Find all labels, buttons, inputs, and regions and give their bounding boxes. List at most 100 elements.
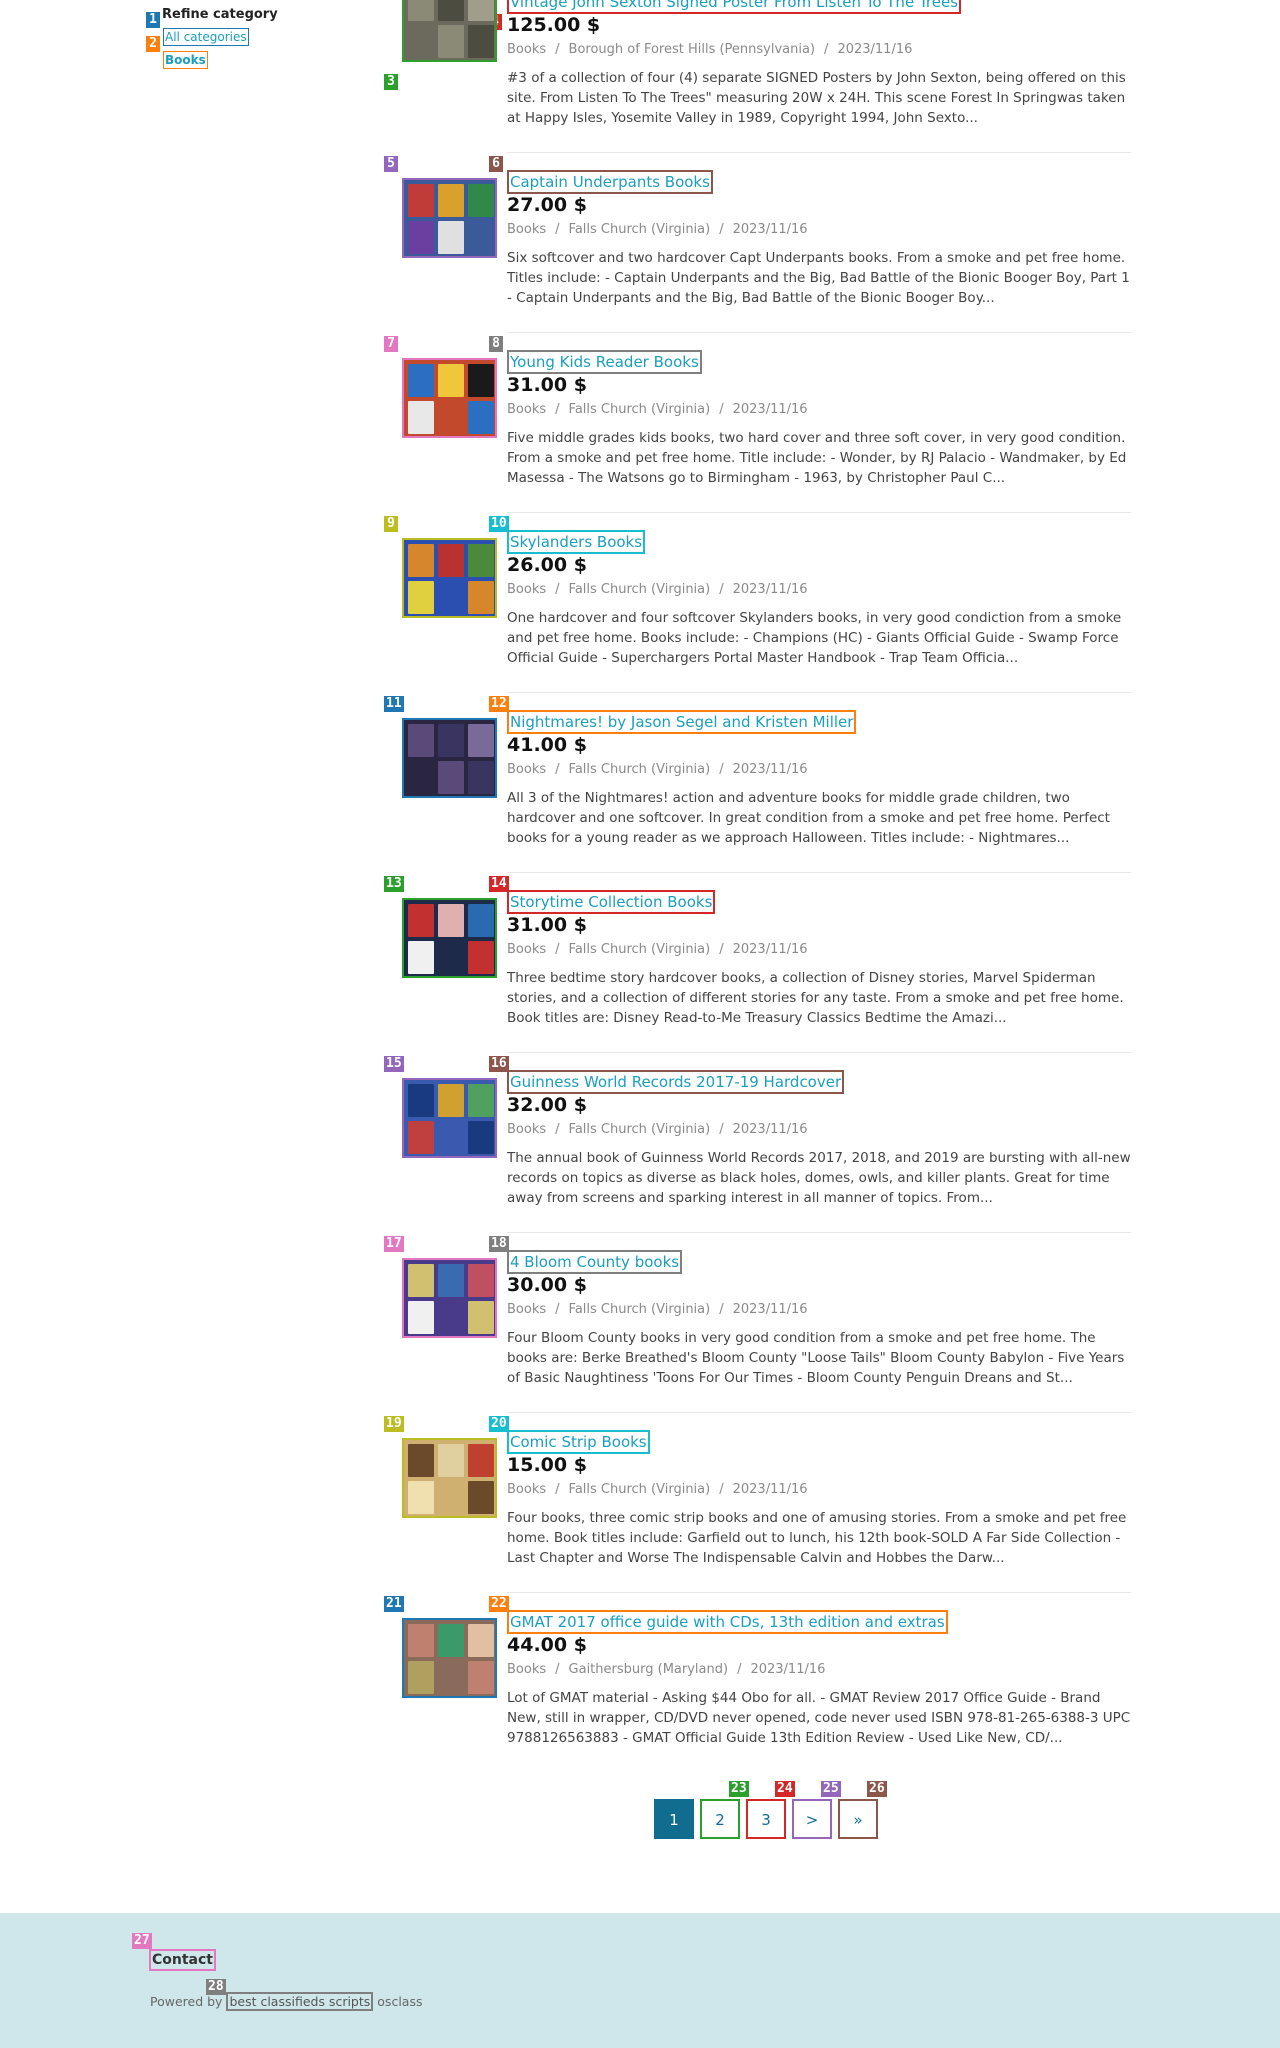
page-link[interactable]: > xyxy=(792,1799,832,1839)
meta-separator: / xyxy=(719,942,724,957)
listing-divider xyxy=(507,1052,1131,1053)
book-cover-shape xyxy=(438,581,464,614)
page-link[interactable]: 3 xyxy=(746,1799,786,1839)
listing-item: 15 16 Guinness World Records 2017-19 Hardc… xyxy=(0,1056,1280,1250)
listing-thumbnail[interactable] xyxy=(402,898,497,978)
book-cover-shape xyxy=(438,1444,464,1477)
listing-thumbnail[interactable] xyxy=(402,1438,497,1518)
listing-title-link[interactable]: Captain Underpants Books xyxy=(507,170,713,194)
listing-category: Books xyxy=(507,1302,547,1317)
listing-title-link[interactable]: Vintage John Sexton Signed Poster From L… xyxy=(507,0,962,14)
listing-date: 2023/11/16 xyxy=(732,762,808,777)
listing-item: 9 10 Skylanders Books 26.00 $ Books / Falls Ch… xyxy=(0,516,1280,710)
book-cover-shape xyxy=(468,1481,494,1514)
marker-badge: 9 xyxy=(384,516,398,532)
marker-badge: 5 xyxy=(384,156,398,172)
listing-thumbnail[interactable] xyxy=(402,1258,497,1338)
meta-separator: / xyxy=(555,222,560,237)
book-cover-shape xyxy=(408,1301,434,1334)
listing-category: Books xyxy=(507,42,547,57)
listing-thumbnail[interactable] xyxy=(402,1618,497,1698)
listing-category: Books xyxy=(507,762,547,777)
book-cover-shape xyxy=(408,1481,434,1514)
marker-badge: 14 xyxy=(489,876,509,892)
marker-badge: 26 xyxy=(867,1781,887,1797)
meta-separator: / xyxy=(719,1482,724,1497)
marker-badge: 25 xyxy=(821,1781,841,1797)
listing-description: The annual book of Guinness World Record… xyxy=(507,1150,1131,1206)
listing-title-link[interactable]: Storytime Collection Books xyxy=(507,890,716,914)
book-cover-shape xyxy=(408,941,434,974)
listing-title-link[interactable]: 4 Bloom County books xyxy=(507,1250,683,1274)
book-cover-shape xyxy=(438,544,464,577)
listing-description: One hardcover and four softcover Skyland… xyxy=(507,610,1122,666)
marker-badge: 7 xyxy=(384,336,398,352)
listing-price: 30.00 $ xyxy=(507,1274,587,1296)
book-cover-shape xyxy=(468,221,494,254)
marker-badge: 8 xyxy=(489,336,503,352)
book-cover-shape xyxy=(468,364,494,397)
book-cover-shape xyxy=(468,184,494,217)
book-cover-shape xyxy=(468,0,494,21)
listing-location: Falls Church (Virginia) xyxy=(568,1302,711,1317)
meta-separator: / xyxy=(555,1662,560,1677)
listing-location: Falls Church (Virginia) xyxy=(568,1122,711,1137)
listing-date: 2023/11/16 xyxy=(732,1482,808,1497)
marker-badge: 6 xyxy=(489,156,503,172)
book-cover-shape xyxy=(408,184,434,217)
meta-separator: / xyxy=(737,1662,742,1677)
meta-separator: / xyxy=(719,582,724,597)
listing-title-link[interactable]: Nightmares! by Jason Segel and Kristen M… xyxy=(507,710,857,734)
listing-thumbnail[interactable] xyxy=(402,1078,497,1158)
listing-date: 2023/11/16 xyxy=(732,582,808,597)
book-cover-shape xyxy=(438,364,464,397)
listing-thumbnail[interactable] xyxy=(402,0,497,62)
listing-title-link[interactable]: Comic Strip Books xyxy=(507,1430,650,1454)
listing-location: Borough of Forest Hills (Pennsylvania) xyxy=(568,42,816,57)
book-cover-shape xyxy=(438,724,464,757)
listing-category: Books xyxy=(507,582,547,597)
listing-item: 7 8 Young Kids Reader Books 31.00 $ Books / Fa… xyxy=(0,336,1280,530)
book-cover-shape xyxy=(468,724,494,757)
meta-separator: / xyxy=(719,762,724,777)
page-link[interactable]: » xyxy=(838,1799,878,1839)
contact-link[interactable]: Contact xyxy=(149,1949,216,1971)
book-cover-shape xyxy=(468,904,494,937)
marker-badge: 11 xyxy=(384,696,404,712)
best-classifieds-link[interactable]: best classifieds scripts xyxy=(226,1992,374,2011)
marker-badge: 20 xyxy=(489,1416,509,1432)
meta-separator: / xyxy=(555,1122,560,1137)
listing-thumbnail[interactable] xyxy=(402,358,497,438)
listing-category: Books xyxy=(507,1482,547,1497)
marker-badge: 17 xyxy=(384,1236,404,1252)
listing-category: Books xyxy=(507,1122,547,1137)
listing-meta: Books / Falls Church (Virginia) / 2023/11/16 xyxy=(507,1122,808,1137)
listing-thumbnail[interactable] xyxy=(402,538,497,618)
page-link[interactable]: 2 xyxy=(700,1799,740,1839)
page-current[interactable]: 1 xyxy=(654,1799,694,1839)
listing-description: Four Bloom County books in very good con… xyxy=(507,1330,1125,1386)
book-cover-shape xyxy=(438,1084,464,1117)
listing-title-link[interactable]: Young Kids Reader Books xyxy=(507,350,702,374)
listing-thumbnail[interactable] xyxy=(402,178,497,258)
book-cover-shape xyxy=(438,761,464,794)
listing-item: 17 18 4 Bloom County books 30.00 $ Books / Fal… xyxy=(0,1236,1280,1430)
listing-meta: Books / Borough of Forest Hills (Pennsylva… xyxy=(507,42,912,57)
book-cover-shape xyxy=(408,1624,434,1657)
listing-meta: Books / Falls Church (Virginia) / 2023/11/16 xyxy=(507,222,808,237)
listing-thumbnail[interactable] xyxy=(402,718,497,798)
listing-title-link[interactable]: Guinness World Records 2017-19 Hardcover xyxy=(507,1070,845,1094)
book-cover-shape xyxy=(468,1301,494,1334)
listing-price: 41.00 $ xyxy=(507,734,587,756)
listing-title-link[interactable]: Skylanders Books xyxy=(507,530,646,554)
powered-prefix: Powered by xyxy=(150,1994,223,2009)
listing-meta: Books / Falls Church (Virginia) / 2023/11/16 xyxy=(507,582,808,597)
book-cover-shape xyxy=(468,1121,494,1154)
meta-separator: / xyxy=(555,402,560,417)
listing-location: Gaithersburg (Maryland) xyxy=(568,1662,729,1677)
marker-badge: 24 xyxy=(775,1781,795,1797)
listing-meta: Books / Falls Church (Virginia) / 2023/11/16 xyxy=(507,942,808,957)
meta-separator: / xyxy=(555,942,560,957)
book-cover-shape xyxy=(408,25,434,58)
listing-title-link[interactable]: GMAT 2017 office guide with CDs, 13th ed… xyxy=(507,1610,948,1634)
